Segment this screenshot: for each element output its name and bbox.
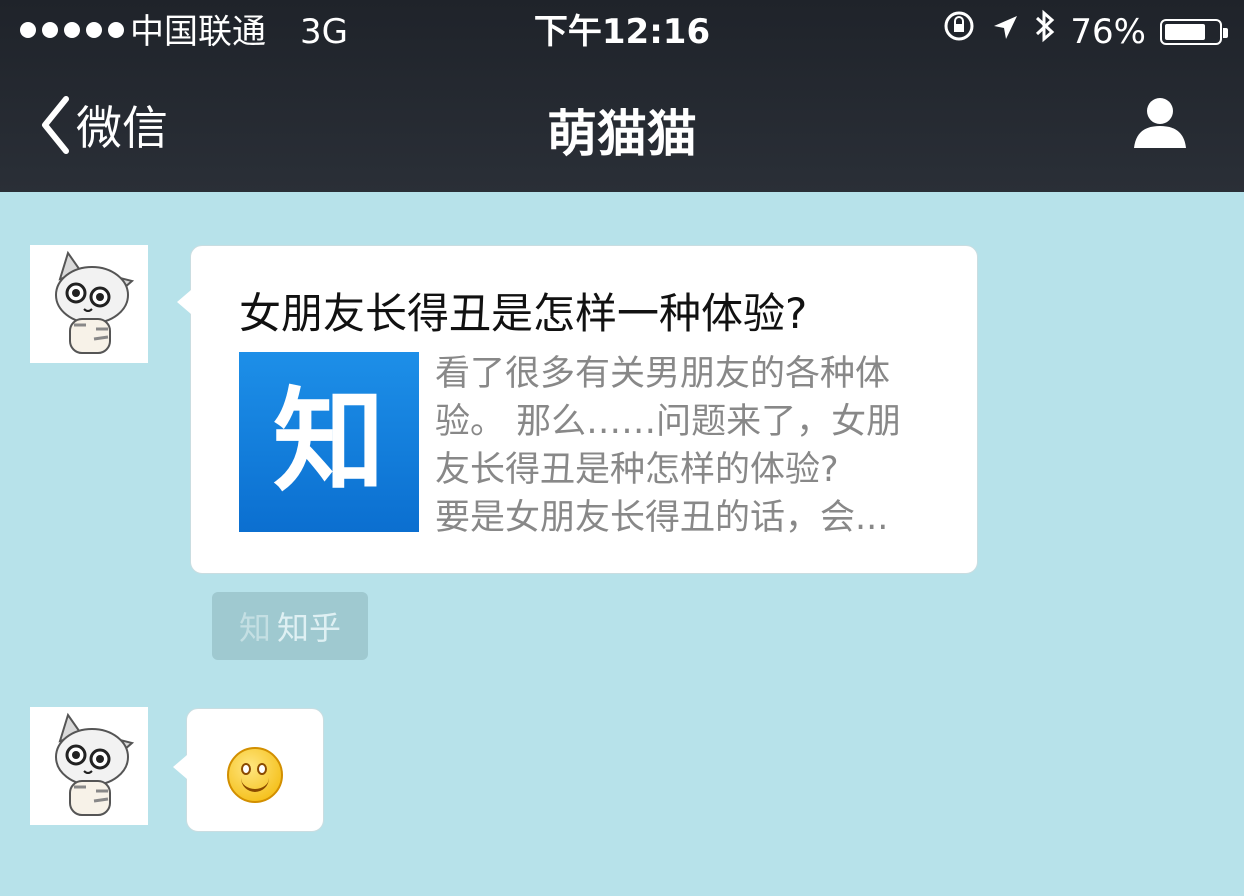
source-label: 知乎	[277, 609, 342, 647]
article-source-tag[interactable]: 知 知乎	[212, 592, 368, 660]
battery-icon	[1160, 19, 1228, 45]
header: 中国联通 3G 下午12:16 76% 微信 萌猫猫	[0, 0, 1244, 192]
avatar[interactable]	[30, 707, 148, 825]
cat-avatar-icon	[55, 712, 135, 816]
description-line: 友长得丑是种怎样的体验?	[435, 450, 839, 490]
description-line: 验。 那么……问题来了，女朋	[435, 402, 902, 442]
status-icons: 76%	[942, 0, 1228, 64]
avatar[interactable]	[30, 245, 148, 363]
zhihu-small-icon: 知	[238, 609, 271, 647]
article-description: 看了很多有关男朋友的各种体 验。 那么……问题来了，女朋 友长得丑是种怎样的体验…	[435, 350, 955, 542]
description-line: 要是女朋友长得丑的话，会...	[435, 498, 889, 538]
description-line: 看了很多有关男朋友的各种体	[435, 354, 891, 394]
status-bar: 中国联通 3G 下午12:16 76%	[0, 0, 1244, 64]
article-message[interactable]: 女朋友长得丑是怎样一种体验? 知 看了很多有关男朋友的各种体 验。 那么……问题…	[177, 245, 978, 574]
chat-profile-button[interactable]	[1132, 94, 1188, 154]
cat-avatar-icon	[55, 250, 135, 354]
zhihu-logo-icon: 知	[239, 352, 419, 532]
smiley-icon	[227, 747, 283, 803]
nav-bar: 微信 萌猫猫	[0, 64, 1244, 192]
location-arrow-icon	[990, 0, 1020, 64]
person-icon	[1134, 98, 1186, 148]
battery-percent: 76%	[1070, 12, 1146, 52]
bluetooth-icon	[1034, 0, 1056, 64]
emoji-message[interactable]	[173, 708, 324, 832]
rotation-lock-icon	[942, 0, 976, 64]
article-title: 女朋友长得丑是怎样一种体验?	[239, 289, 808, 338]
chat-title: 萌猫猫	[547, 105, 697, 163]
